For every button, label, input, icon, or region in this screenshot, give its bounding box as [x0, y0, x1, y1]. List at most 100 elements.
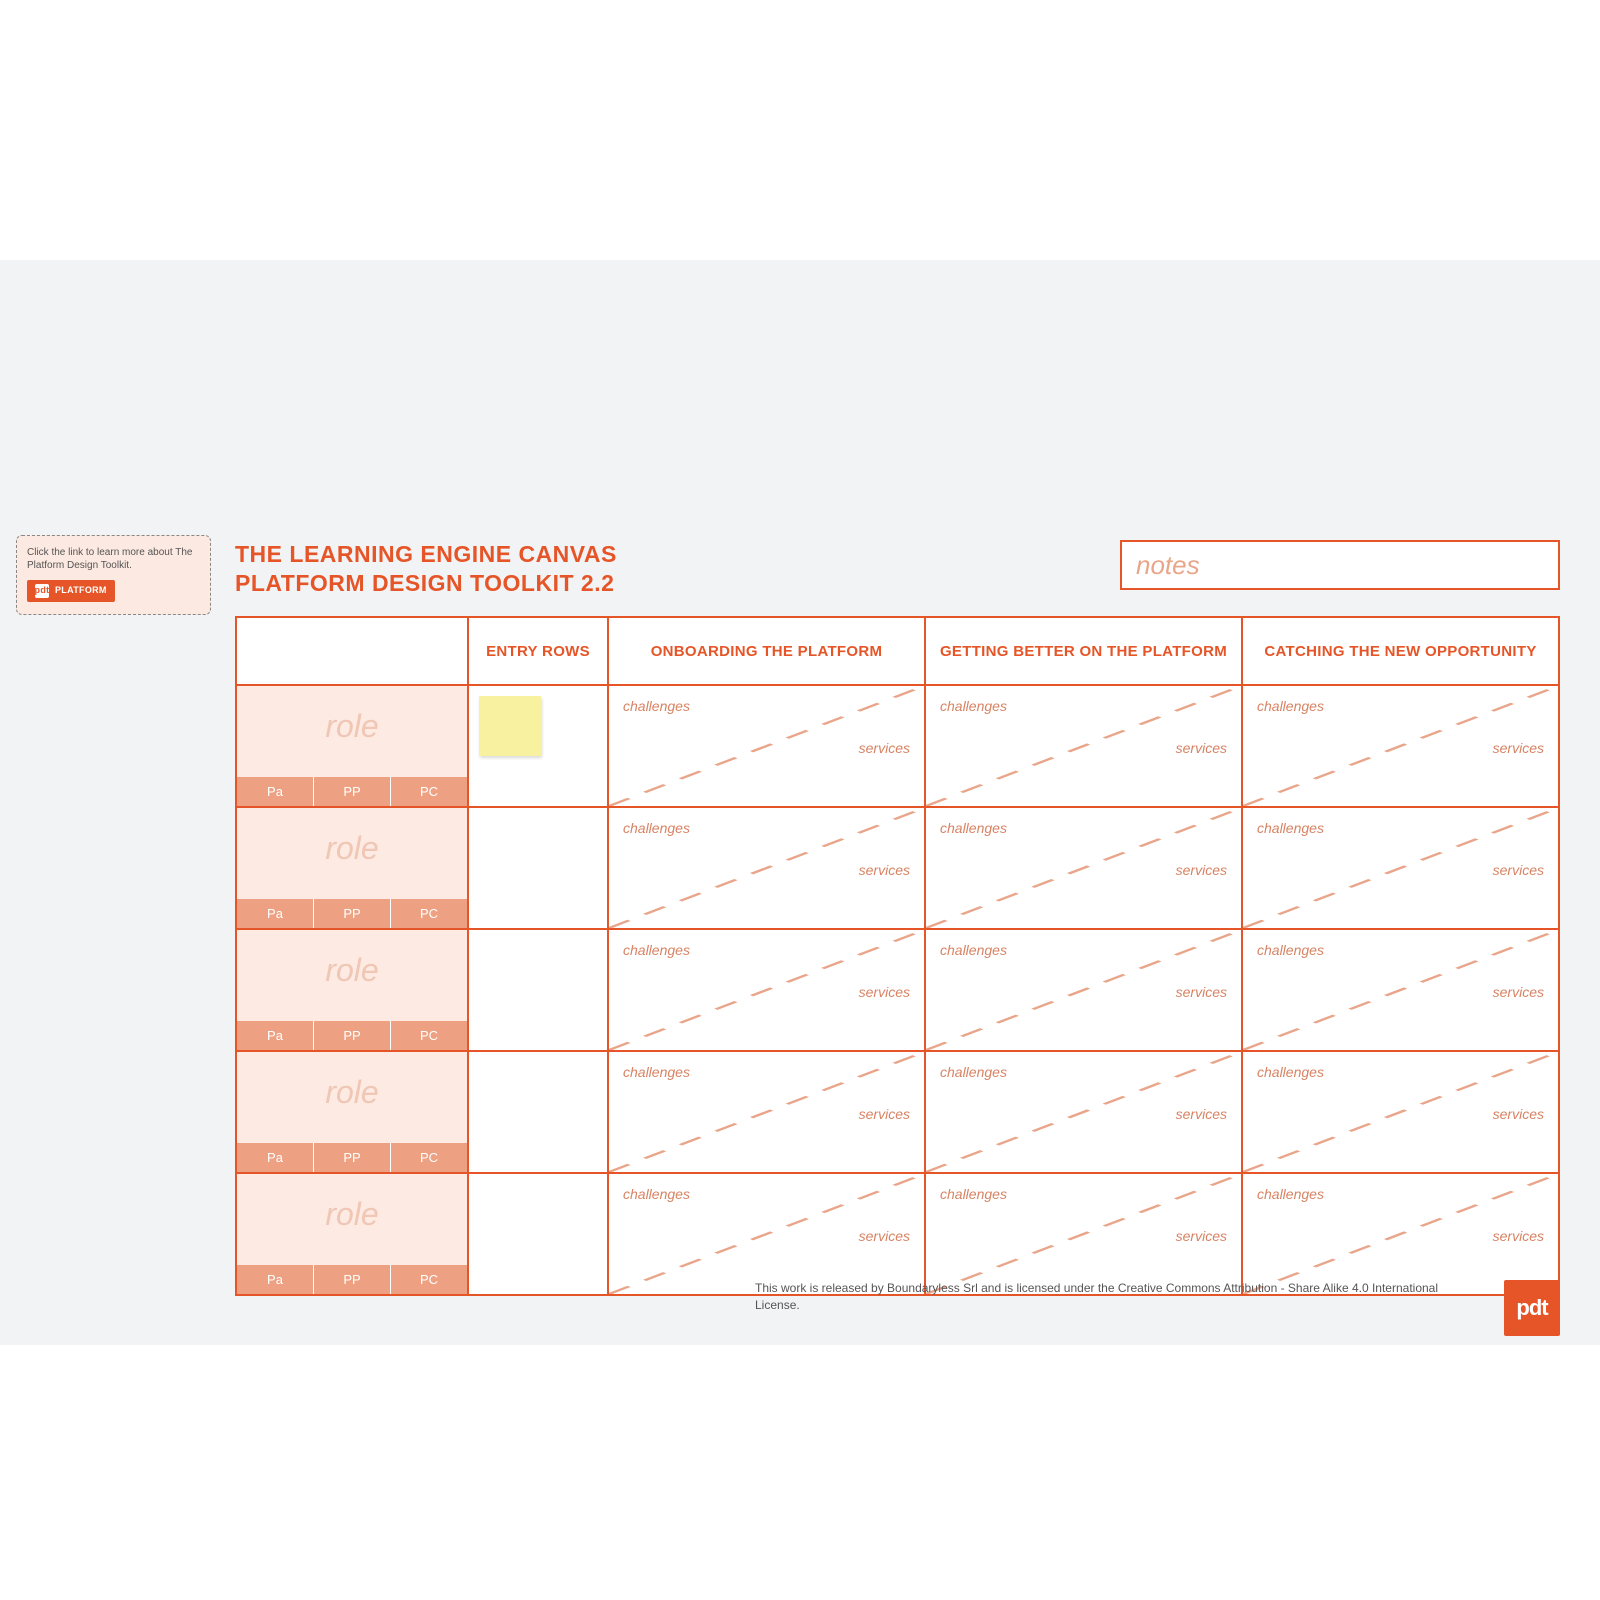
- services-label: services: [1493, 1106, 1544, 1122]
- role-tab[interactable]: PP: [314, 1143, 391, 1172]
- entry-cell[interactable]: [467, 1052, 607, 1172]
- title-line-2: PLATFORM DESIGN TOOLKIT 2.2: [235, 569, 617, 598]
- role-tab[interactable]: PC: [391, 899, 467, 928]
- phase-cell[interactable]: challenges services: [1241, 1174, 1558, 1294]
- challenges-label: challenges: [623, 1064, 690, 1080]
- services-label: services: [1176, 740, 1227, 756]
- challenges-label: challenges: [940, 698, 1007, 714]
- role-tab[interactable]: Pa: [237, 1021, 314, 1050]
- challenges-label: challenges: [623, 1186, 690, 1202]
- role-label: role: [237, 708, 467, 745]
- role-label: role: [237, 952, 467, 989]
- role-tab[interactable]: PP: [314, 899, 391, 928]
- sticky-note[interactable]: [479, 696, 541, 756]
- phase-cell[interactable]: challenges services: [924, 930, 1241, 1050]
- challenges-label: challenges: [623, 820, 690, 836]
- role-tabs: PaPPPC: [237, 1021, 467, 1050]
- challenges-label: challenges: [1257, 1186, 1324, 1202]
- title-line-1: THE LEARNING ENGINE CANVAS: [235, 540, 617, 569]
- role-tab[interactable]: PC: [391, 1021, 467, 1050]
- canvas-title: THE LEARNING ENGINE CANVAS PLATFORM DESI…: [235, 540, 617, 598]
- challenges-label: challenges: [623, 698, 690, 714]
- services-label: services: [1493, 740, 1544, 756]
- role-tabs: PaPPPC: [237, 1143, 467, 1172]
- phase-cell[interactable]: challenges services: [607, 686, 924, 806]
- footer: This work is released by Boundaryless Sr…: [235, 1280, 1560, 1336]
- role-label: role: [237, 1196, 467, 1233]
- pdt-badge-icon: pdt: [35, 584, 49, 598]
- table-row: role PaPPPC challenges services challenges se…: [237, 806, 1558, 928]
- role-cell[interactable]: role PaPPPC: [237, 1052, 467, 1172]
- challenges-label: challenges: [1257, 820, 1324, 836]
- phase-cell[interactable]: challenges services: [607, 808, 924, 928]
- notes-input[interactable]: notes: [1120, 540, 1560, 590]
- challenges-label: challenges: [940, 820, 1007, 836]
- challenges-label: challenges: [1257, 942, 1324, 958]
- table-row: role PaPPPC challenges services challenges se…: [237, 1050, 1558, 1172]
- services-label: services: [1176, 1106, 1227, 1122]
- phase-cell[interactable]: challenges services: [607, 930, 924, 1050]
- challenges-label: challenges: [940, 1064, 1007, 1080]
- entry-cell[interactable]: [467, 930, 607, 1050]
- phase-cell[interactable]: challenges services: [607, 1174, 924, 1294]
- header-catching-opportunity: CATCHING THE NEW OPPORTUNITY: [1241, 618, 1558, 684]
- entry-cell[interactable]: [467, 686, 607, 806]
- role-cell[interactable]: role PaPPPC: [237, 686, 467, 806]
- phase-cell[interactable]: challenges services: [924, 1174, 1241, 1294]
- canvas-grid: ENTRY ROWS ONBOARDING THE PLATFORM GETTI…: [235, 616, 1560, 1296]
- services-label: services: [859, 1106, 910, 1122]
- pdt-badge-text: PLATFORM: [55, 585, 107, 597]
- phase-cell[interactable]: challenges services: [1241, 1052, 1558, 1172]
- table-row: role PaPPPC challenges services challenges se…: [237, 686, 1558, 806]
- pdt-badge[interactable]: pdt PLATFORM: [27, 580, 115, 602]
- role-cell[interactable]: role PaPPPC: [237, 930, 467, 1050]
- services-label: services: [1176, 1228, 1227, 1244]
- role-cell[interactable]: role PaPPPC: [237, 808, 467, 928]
- challenges-label: challenges: [940, 1186, 1007, 1202]
- challenges-label: challenges: [623, 942, 690, 958]
- pdt-logo: pdt: [1504, 1280, 1560, 1336]
- role-label: role: [237, 830, 467, 867]
- services-label: services: [1493, 984, 1544, 1000]
- services-label: services: [859, 740, 910, 756]
- info-text: Click the link to learn more about The P…: [27, 546, 200, 572]
- entry-cell[interactable]: [467, 1174, 607, 1294]
- services-label: services: [1176, 862, 1227, 878]
- canvas-stage: Click the link to learn more about The P…: [0, 260, 1600, 1345]
- role-tab[interactable]: PP: [314, 1021, 391, 1050]
- entry-cell[interactable]: [467, 808, 607, 928]
- role-tabs: PaPPPC: [237, 899, 467, 928]
- challenges-label: challenges: [1257, 1064, 1324, 1080]
- role-label: role: [237, 1074, 467, 1111]
- challenges-label: challenges: [940, 942, 1007, 958]
- role-tab[interactable]: Pa: [237, 777, 314, 806]
- license-text: This work is released by Boundaryless Sr…: [755, 1280, 1475, 1314]
- role-tab[interactable]: PC: [391, 777, 467, 806]
- services-label: services: [859, 1228, 910, 1244]
- phase-cell[interactable]: challenges services: [1241, 808, 1558, 928]
- table-row: role PaPPPC challenges services challenges se…: [237, 928, 1558, 1050]
- phase-cell[interactable]: challenges services: [924, 1052, 1241, 1172]
- phase-cell[interactable]: challenges services: [607, 1052, 924, 1172]
- challenges-label: challenges: [1257, 698, 1324, 714]
- role-cell[interactable]: rolePaPPPC: [237, 1174, 467, 1294]
- phase-cell[interactable]: challenges services: [1241, 686, 1558, 806]
- role-tab[interactable]: Pa: [237, 899, 314, 928]
- header-entry-rows: ENTRY ROWS: [467, 618, 607, 684]
- services-label: services: [1176, 984, 1227, 1000]
- role-tab[interactable]: PP: [314, 777, 391, 806]
- header-row: ENTRY ROWS ONBOARDING THE PLATFORM GETTI…: [237, 618, 1558, 686]
- services-label: services: [1493, 862, 1544, 878]
- phase-cell[interactable]: challenges services: [1241, 930, 1558, 1050]
- role-tabs: PaPPPC: [237, 777, 467, 806]
- services-label: services: [859, 862, 910, 878]
- phase-cell[interactable]: challenges services: [924, 808, 1241, 928]
- services-label: services: [859, 984, 910, 1000]
- role-tab[interactable]: Pa: [237, 1143, 314, 1172]
- header-getting-better: GETTING BETTER ON THE PLATFORM: [924, 618, 1241, 684]
- services-label: services: [1493, 1228, 1544, 1244]
- info-callout[interactable]: Click the link to learn more about The P…: [16, 535, 211, 615]
- phase-cell[interactable]: challenges services: [924, 686, 1241, 806]
- header-blank: [237, 618, 467, 684]
- role-tab[interactable]: PC: [391, 1143, 467, 1172]
